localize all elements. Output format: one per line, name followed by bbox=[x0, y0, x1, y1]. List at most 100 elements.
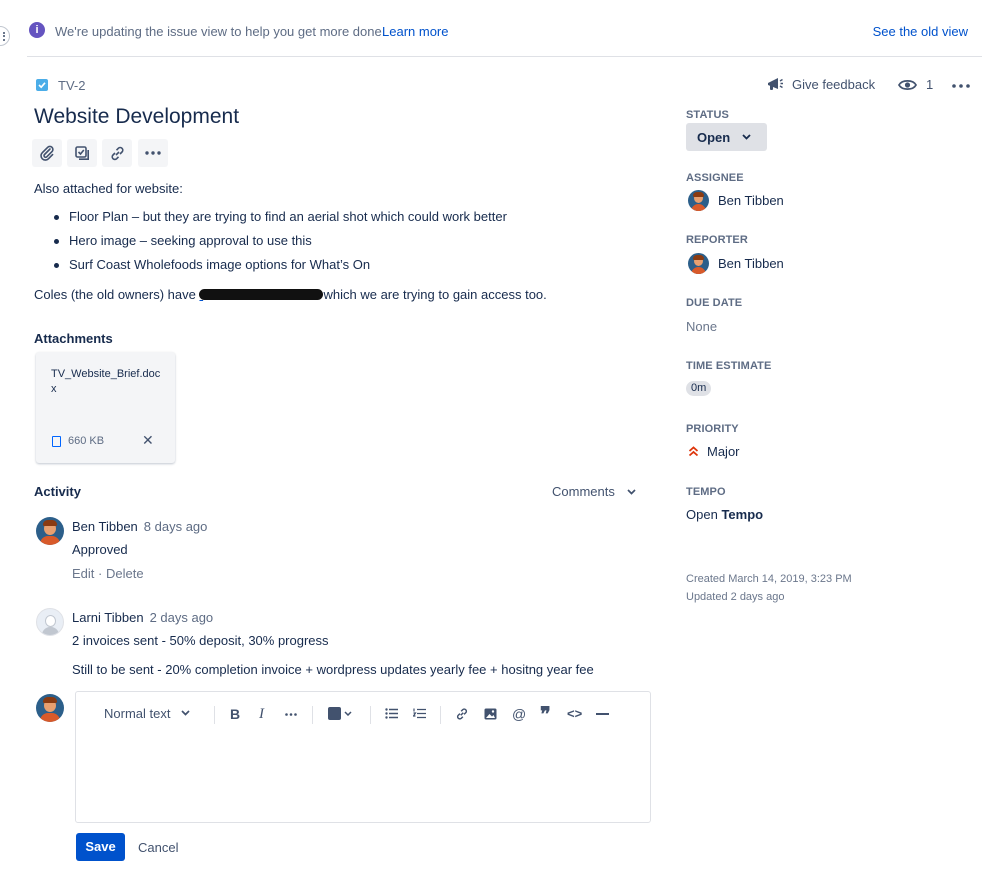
comment-body: Approved bbox=[72, 542, 128, 557]
attachment-card[interactable]: TV_Website_Brief.docx 660 KB ✕ bbox=[36, 352, 175, 463]
more-icon bbox=[952, 84, 970, 88]
paragraph-suffix: which we are trying to gain access too. bbox=[323, 287, 547, 302]
see-old-view-link[interactable]: See the old view bbox=[873, 24, 968, 39]
document-icon bbox=[52, 436, 61, 447]
watcher-count: 1 bbox=[926, 77, 934, 92]
assignee-label: ASSIGNEE bbox=[686, 172, 744, 184]
chevron-down-icon bbox=[627, 488, 636, 495]
save-button[interactable]: Save bbox=[76, 833, 125, 861]
time-estimate-label: TIME ESTIMATE bbox=[686, 360, 772, 372]
activity-filter-dropdown[interactable]: Comments bbox=[552, 484, 636, 499]
comment-editor[interactable]: Normal text B I @ ❞ <> bbox=[75, 691, 651, 823]
description-paragraph: Coles (the old owners) have which we are… bbox=[34, 287, 547, 302]
avatar bbox=[688, 253, 709, 274]
megaphone-icon bbox=[768, 78, 783, 90]
created-date: Created March 14, 2019, 3:23 PM bbox=[686, 573, 852, 585]
link-issue-button[interactable] bbox=[102, 139, 132, 167]
avatar[interactable] bbox=[36, 608, 64, 636]
give-feedback-button[interactable]: Give feedback bbox=[766, 75, 875, 93]
issue-title[interactable]: Website Development bbox=[34, 105, 239, 129]
delete-comment-link[interactable]: Delete bbox=[106, 566, 144, 581]
delete-attachment-icon[interactable]: ✕ bbox=[142, 432, 154, 449]
divider-icon[interactable] bbox=[596, 713, 609, 715]
eye-icon bbox=[898, 79, 917, 90]
due-date-value[interactable]: None bbox=[686, 319, 717, 334]
reporter-field[interactable]: Ben Tibben bbox=[688, 253, 784, 274]
due-date-label: DUE DATE bbox=[686, 297, 743, 309]
numbered-list-icon[interactable] bbox=[413, 708, 426, 719]
text-style-dropdown[interactable]: Normal text bbox=[104, 704, 170, 724]
comment-time: 2 days ago bbox=[149, 610, 214, 625]
banner-message: We're updating the issue view to help yo… bbox=[55, 24, 386, 39]
more-icon bbox=[145, 151, 161, 155]
chevron-down-icon bbox=[181, 710, 190, 716]
list-item: Hero image – seeking approval to use thi… bbox=[52, 232, 612, 256]
paperclip-icon bbox=[40, 145, 54, 161]
attachments-heading: Attachments bbox=[34, 331, 113, 346]
comment-header: Larni Tibben 2 days ago bbox=[72, 610, 213, 625]
updated-date: Updated 2 days ago bbox=[686, 591, 785, 603]
list-item: Surf Coast Wholefoods image options for … bbox=[52, 256, 612, 280]
assignee-field[interactable]: Ben Tibben bbox=[688, 190, 784, 211]
reporter-name: Ben Tibben bbox=[718, 256, 784, 271]
comment-author[interactable]: Larni Tibben bbox=[72, 610, 144, 625]
subtask-icon bbox=[75, 146, 89, 160]
description-intro: Also attached for website: bbox=[34, 181, 183, 196]
chevron-down-icon bbox=[344, 711, 352, 716]
info-icon: i bbox=[29, 22, 45, 38]
priority-label: PRIORITY bbox=[686, 423, 739, 435]
paragraph-prefix: Coles (the old owners) have bbox=[34, 287, 196, 302]
comment-author[interactable]: Ben Tibben bbox=[72, 519, 138, 534]
activity-filter-label: Comments bbox=[552, 484, 615, 499]
activity-heading: Activity bbox=[34, 484, 81, 499]
separator-dot: · bbox=[98, 566, 106, 581]
tempo-label: TEMPO bbox=[686, 486, 726, 498]
attach-button[interactable] bbox=[32, 139, 62, 167]
avatar[interactable] bbox=[36, 517, 64, 545]
italic-icon[interactable]: I bbox=[259, 704, 264, 724]
comment-body: 2 invoices sent - 50% deposit, 30% progr… bbox=[72, 633, 329, 648]
time-estimate-value[interactable]: 0m bbox=[686, 381, 712, 396]
tempo-open-text: Open bbox=[686, 507, 718, 522]
learn-more-link[interactable]: Learn more bbox=[382, 24, 448, 39]
edit-comment-link[interactable]: Edit bbox=[72, 566, 94, 581]
more-formatting-icon[interactable] bbox=[285, 713, 297, 716]
update-banner: i We're updating the issue view to help … bbox=[27, 0, 982, 57]
assignee-name: Ben Tibben bbox=[718, 193, 784, 208]
status-value: Open bbox=[697, 129, 731, 145]
link-icon bbox=[110, 146, 124, 160]
link-icon[interactable] bbox=[455, 707, 469, 721]
redaction-mark bbox=[199, 289, 324, 300]
priority-field[interactable]: Major bbox=[688, 444, 740, 459]
watch-button[interactable]: 1 bbox=[898, 77, 933, 92]
quote-icon[interactable]: ❞ bbox=[540, 705, 551, 725]
comment-body: Still to be sent - 20% completion invoic… bbox=[72, 662, 594, 677]
issue-key-link[interactable]: TV-2 bbox=[58, 78, 85, 93]
list-item: Floor Plan – but they are trying to find… bbox=[52, 208, 612, 232]
sidebar-collapse-handle[interactable] bbox=[0, 26, 10, 46]
text-color-icon[interactable] bbox=[328, 707, 341, 720]
bold-icon[interactable]: B bbox=[230, 704, 240, 724]
cancel-button[interactable]: Cancel bbox=[138, 840, 178, 855]
attachment-name: TV_Website_Brief.docx bbox=[51, 368, 161, 395]
redacted-link[interactable] bbox=[199, 287, 324, 302]
code-icon[interactable]: <> bbox=[567, 704, 582, 724]
comment-actions: Edit · Delete bbox=[72, 566, 144, 581]
more-actions-button[interactable] bbox=[138, 139, 168, 167]
image-icon[interactable] bbox=[484, 708, 497, 720]
description-bullet-list: Floor Plan – but they are trying to find… bbox=[52, 208, 612, 280]
mention-icon[interactable]: @ bbox=[512, 704, 526, 724]
add-child-issue-button[interactable] bbox=[67, 139, 97, 167]
issue-more-button[interactable] bbox=[952, 75, 970, 93]
chevron-down-icon bbox=[742, 134, 751, 140]
status-dropdown[interactable]: Open bbox=[686, 123, 767, 151]
attachment-size: 660 KB bbox=[68, 435, 105, 447]
comment-header: Ben Tibben 8 days ago bbox=[72, 519, 207, 534]
avatar bbox=[688, 190, 709, 211]
priority-major-icon bbox=[688, 446, 699, 457]
comment-time: 8 days ago bbox=[143, 519, 208, 534]
priority-value: Major bbox=[707, 444, 740, 459]
open-tempo-link[interactable]: Open Tempo bbox=[686, 507, 763, 522]
bullet-list-icon[interactable] bbox=[385, 708, 398, 719]
text-style-label: Normal text bbox=[104, 706, 171, 721]
